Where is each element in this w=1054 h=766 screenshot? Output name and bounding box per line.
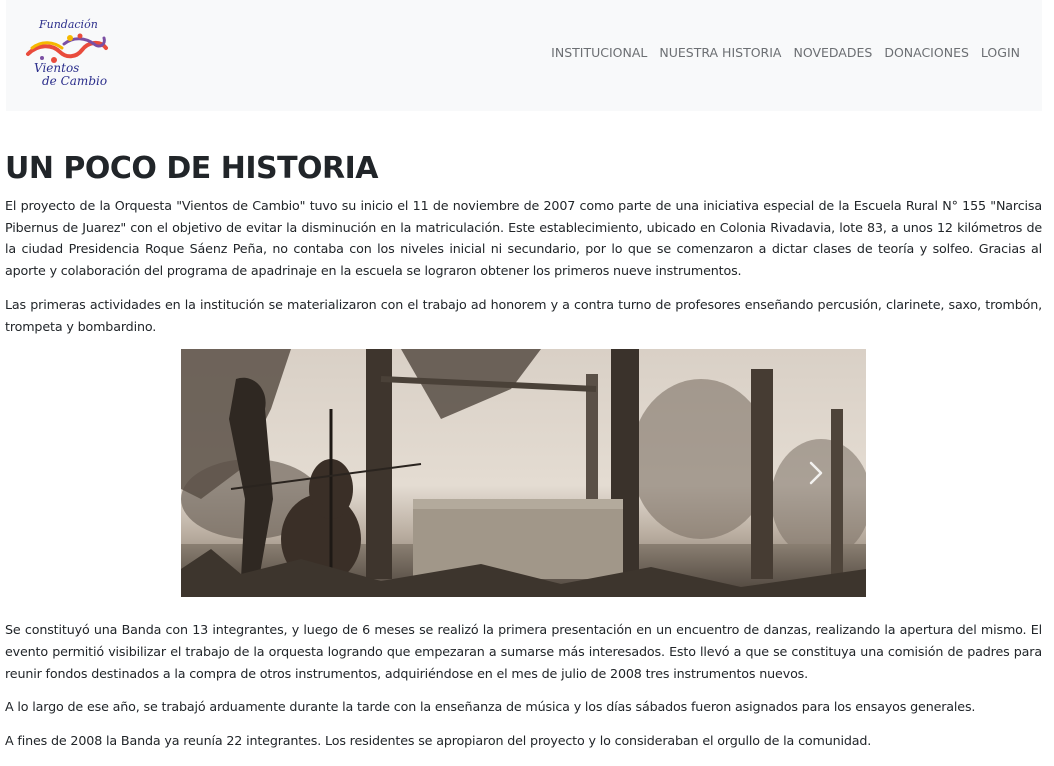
chevron-right-icon — [809, 461, 823, 485]
historic-photo — [181, 349, 866, 598]
main-content: UN POCO DE HISTORIA El proyecto de la Or… — [5, 150, 1042, 764]
paragraph: A lo largo de ese año, se trabajó arduam… — [5, 699, 976, 715]
nav-nuestra-historia[interactable]: NUESTRA HISTORIA — [653, 45, 787, 60]
logo-text-vientos: Vientos — [34, 61, 79, 75]
nav-login[interactable]: LOGIN — [975, 45, 1026, 60]
logo-text-fundacion: Fundación — [38, 18, 98, 31]
nav-novedades[interactable]: NOVEDADES — [787, 45, 878, 60]
image-carousel[interactable] — [181, 349, 866, 598]
nav-donaciones[interactable]: DONACIONES — [878, 45, 975, 60]
paragraph: Se constituyó una Banda con 13 integrant… — [5, 622, 1042, 681]
page-title: UN POCO DE HISTORIA — [5, 151, 379, 186]
logo-image: Fundación Vientos de Cambio — [26, 18, 108, 88]
paragraph: A fines de 2008 la Banda ya reunía 22 in… — [5, 733, 872, 749]
main-nav: INSTITUCIONAL NUESTRA HISTORIA NOVEDADES… — [545, 45, 1026, 60]
nav-institucional[interactable]: INSTITUCIONAL — [545, 45, 653, 60]
brand-logo[interactable]: Fundación Vientos de Cambio — [24, 14, 110, 92]
logo-text-cambio: de Cambio — [42, 74, 107, 88]
paragraph: El proyecto de la Orquesta "Vientos de C… — [5, 198, 1042, 279]
carousel-next-button[interactable] — [804, 457, 828, 489]
navbar: Fundación Vientos de Cambio INSTITUCIONA… — [6, 0, 1042, 111]
paragraph: Las primeras actividades en la instituci… — [5, 296, 1042, 334]
